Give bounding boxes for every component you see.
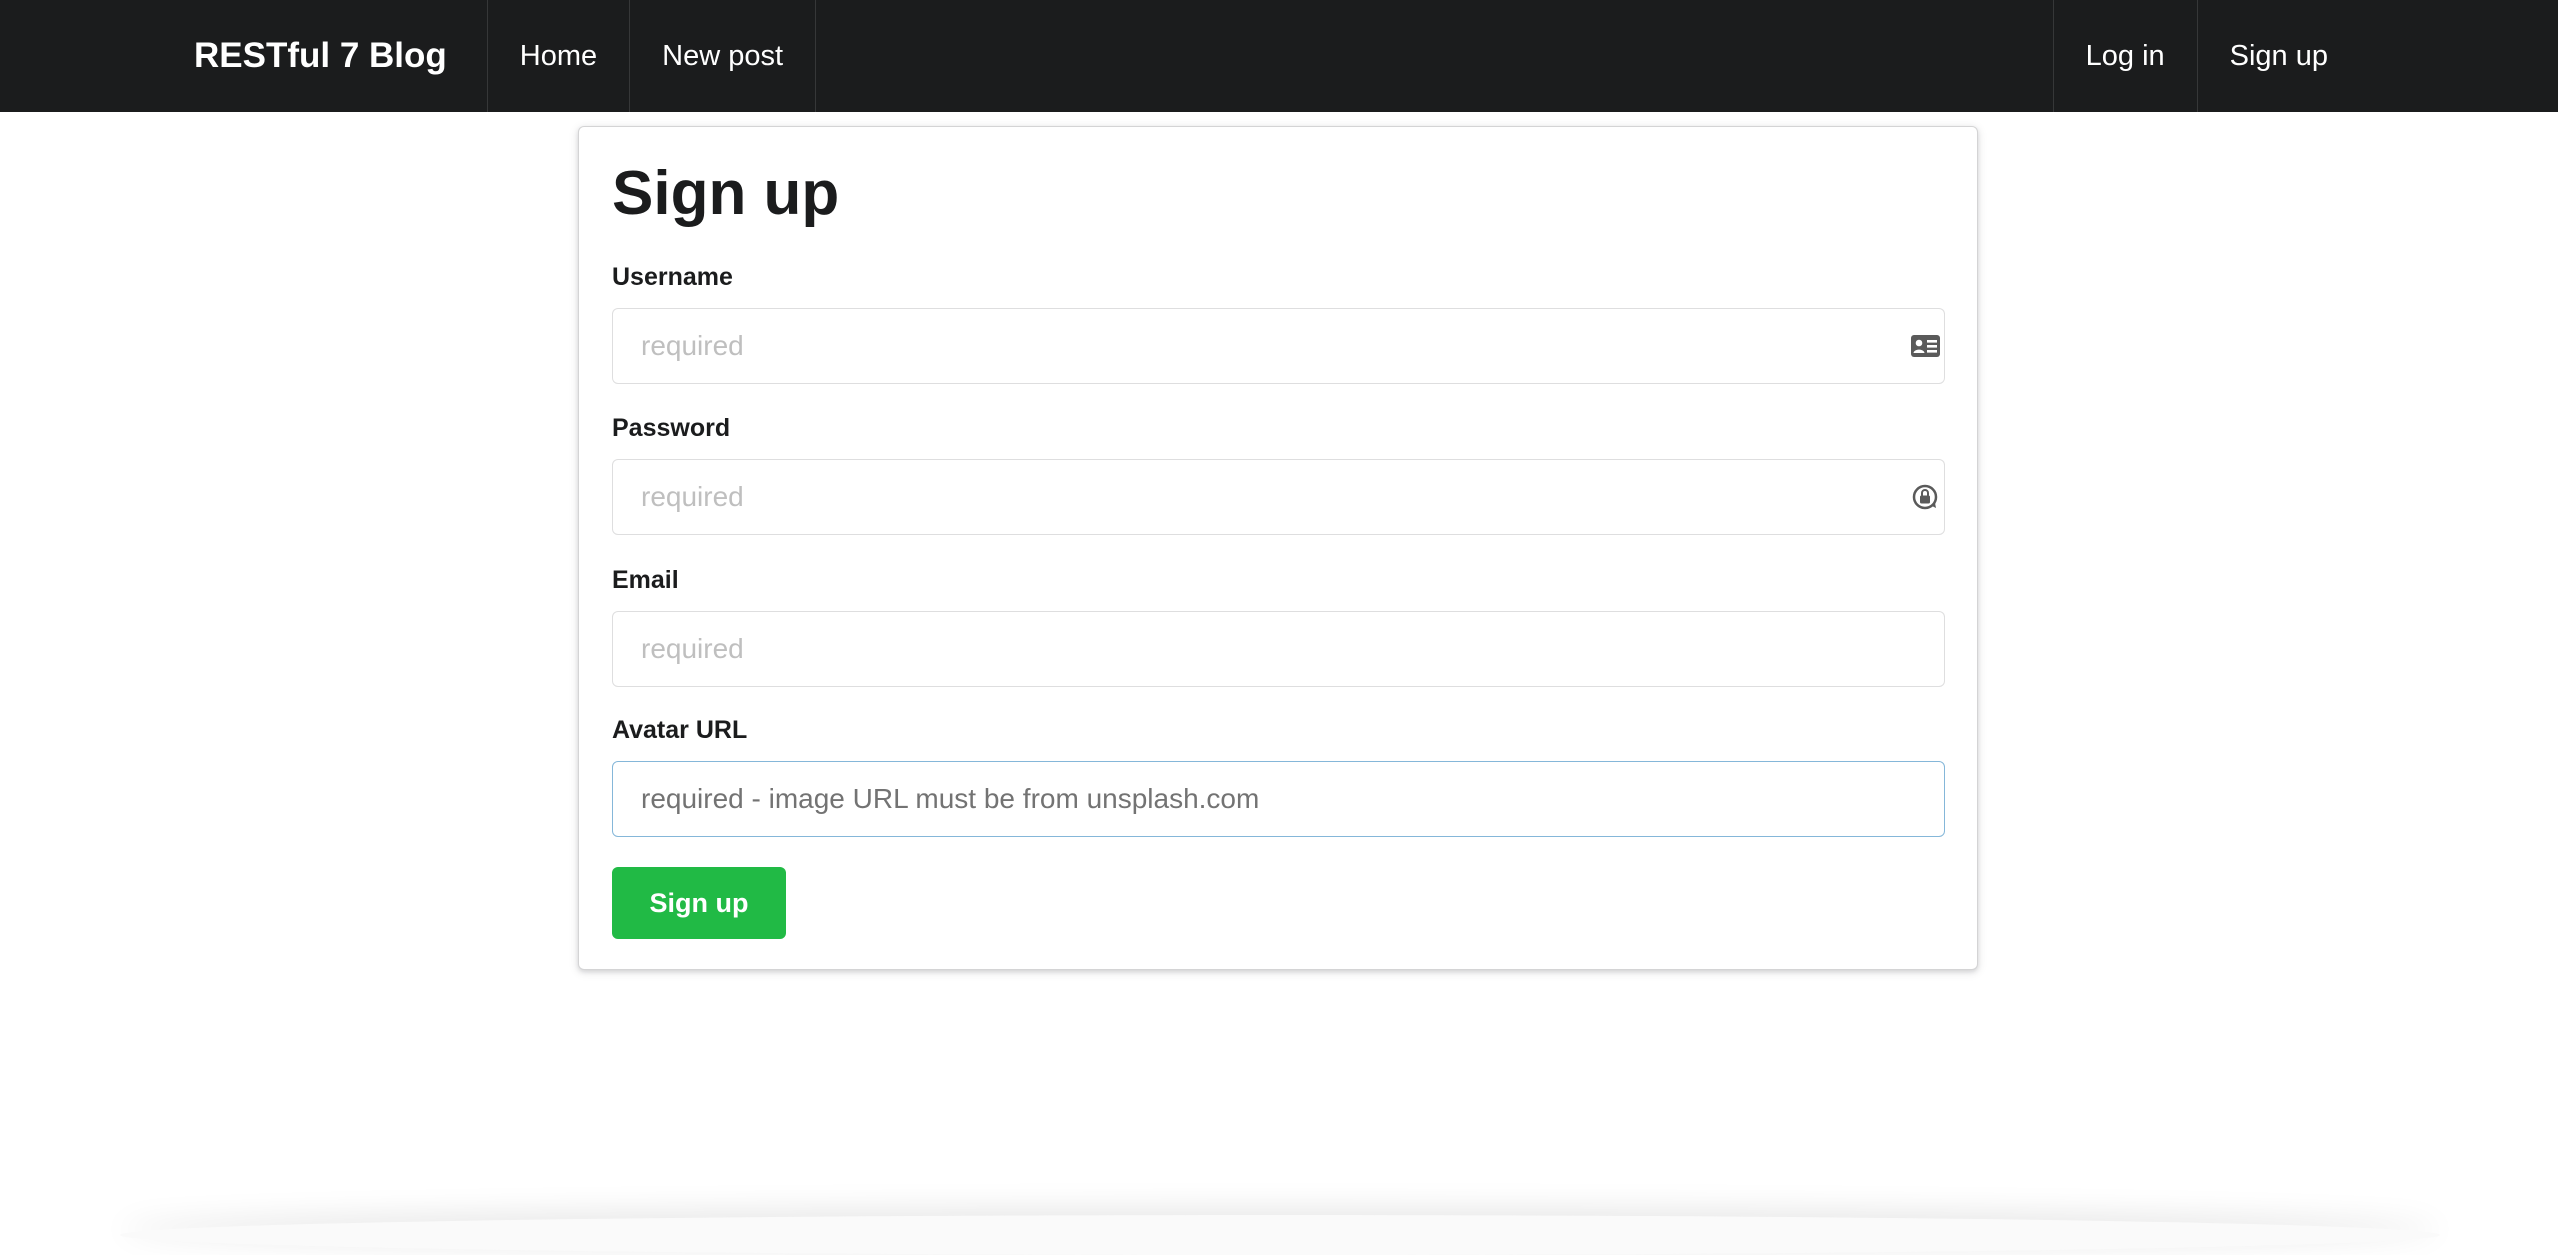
username-label: Username — [612, 263, 733, 291]
nav-login-link[interactable]: Log in — [2052, 0, 2197, 112]
avatar-url-field-group: Avatar URL — [612, 716, 1945, 837]
brand-link[interactable]: RESTful 7 Blog — [167, 0, 488, 112]
signup-form-card: Sign up Username Password — [578, 126, 1978, 970]
avatar-url-input-wrapper — [612, 761, 1945, 837]
navbar-container: RESTful 7 Blog Home New post Log in Sign… — [167, 0, 2395, 112]
password-manager-icon[interactable] — [1909, 481, 1941, 513]
password-input-wrapper — [612, 459, 1945, 535]
id-card-icon — [1909, 330, 1941, 362]
username-input[interactable] — [612, 308, 1945, 384]
nav-home-link[interactable]: Home — [488, 0, 631, 112]
page-title: Sign up — [612, 159, 840, 228]
avatar-url-input[interactable] — [612, 761, 1945, 837]
email-input-wrapper — [612, 611, 1945, 687]
username-field-group: Username — [612, 263, 1945, 384]
signup-submit-button[interactable]: Sign up — [612, 867, 786, 939]
avatar-url-label: Avatar URL — [612, 716, 748, 744]
password-field-group: Password — [612, 414, 1945, 535]
top-navbar: RESTful 7 Blog Home New post Log in Sign… — [0, 0, 2558, 112]
nav-new-post-link[interactable]: New post — [630, 0, 817, 112]
username-input-wrapper — [612, 308, 1945, 384]
page-bottom-shadow — [120, 1215, 2440, 1255]
email-input[interactable] — [612, 611, 1945, 687]
navbar-right-menu: Log in Sign up — [2052, 0, 2395, 112]
password-input[interactable] — [612, 459, 1945, 535]
password-label: Password — [612, 414, 731, 442]
email-label: Email — [612, 566, 679, 594]
email-field-group: Email — [612, 566, 1945, 687]
nav-signup-link[interactable]: Sign up — [2196, 0, 2395, 112]
